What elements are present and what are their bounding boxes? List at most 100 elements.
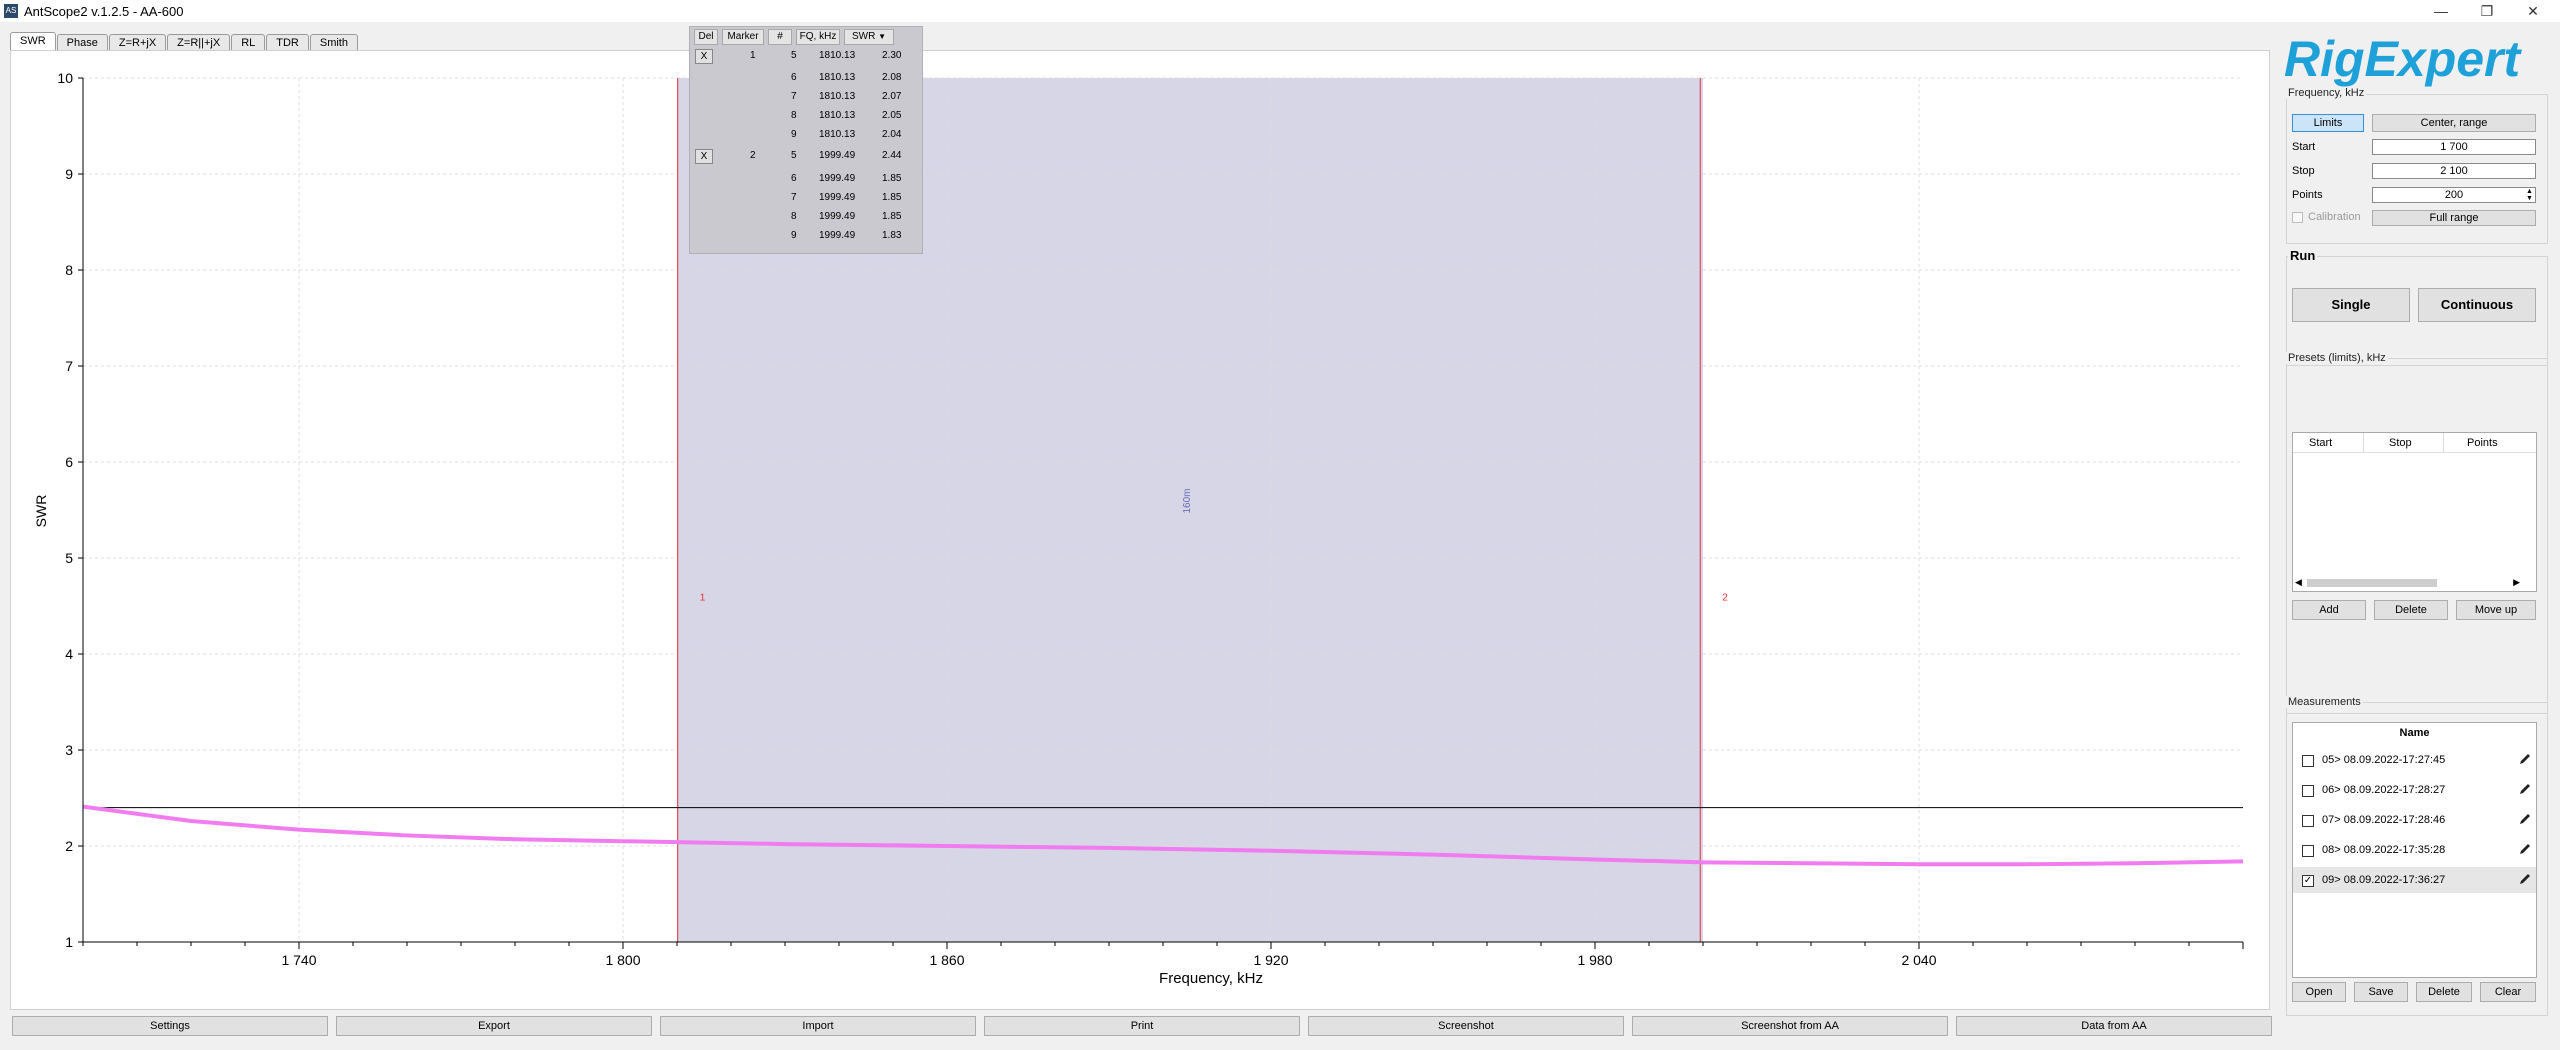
y-tick-label: 2: [65, 838, 73, 854]
measurement-row[interactable]: 07> 08.09.2022-17:28:46: [2293, 807, 2536, 833]
maximize-button[interactable]: ❐: [2464, 0, 2510, 22]
limits-button[interactable]: Limits: [2292, 114, 2364, 132]
presets-col-stop[interactable]: Stop: [2389, 437, 2412, 449]
edit-pencil-icon[interactable]: [2518, 782, 2532, 796]
swr-chart[interactable]: 160m 1 2 1 2 3 4 5 6 7 8 9 10 1 740 1 800 1 860 1 920…: [11, 51, 2271, 1011]
measurement-row[interactable]: 05> 08.09.2022-17:27:45: [2293, 747, 2536, 773]
col-fq-header[interactable]: FQ, kHz: [796, 28, 840, 45]
x-tick-label: 1 980: [1577, 952, 1612, 968]
center-range-button[interactable]: Center, range: [2372, 114, 2536, 132]
measurement-name: 09> 08.09.2022-17:36:27: [2322, 874, 2446, 886]
edit-pencil-icon[interactable]: [2518, 752, 2532, 766]
measurement-row[interactable]: 06> 08.09.2022-17:28:27: [2293, 777, 2536, 803]
measurements-list: Name 05> 08.09.2022-17:27:45 06> 08.09.20…: [2292, 722, 2537, 978]
measurements-header: Name: [2399, 727, 2430, 739]
marker-cell-fq: 1999.49: [819, 230, 856, 241]
measurement-checkbox[interactable]: [2302, 845, 2314, 857]
settings-button[interactable]: Settings: [12, 1016, 328, 1036]
measurements-delete-button[interactable]: Delete: [2416, 982, 2472, 1002]
close-button[interactable]: ✕: [2510, 0, 2556, 22]
measurement-checkbox[interactable]: ✓: [2302, 875, 2314, 887]
presets-col-points[interactable]: Points: [2467, 437, 2498, 449]
measurement-checkbox[interactable]: [2302, 785, 2314, 797]
tab-z-series[interactable]: Z=R+jX: [108, 34, 167, 51]
stop-label: Stop: [2292, 165, 2315, 177]
presets-col-start[interactable]: Start: [2309, 437, 2332, 449]
marker-cell-swr: 1.85: [882, 173, 902, 184]
col-num-header[interactable]: #: [768, 28, 792, 45]
tab-swr[interactable]: SWR: [10, 32, 56, 51]
tab-tdr[interactable]: TDR: [266, 34, 309, 51]
marker-cell-num: 8: [791, 110, 797, 121]
scroll-thumb[interactable]: [2307, 579, 2437, 587]
preset-move-up-button[interactable]: Move up: [2456, 600, 2536, 620]
marker-table-row: 7 1810.13 2.07: [690, 90, 922, 106]
dropdown-arrow-icon[interactable]: ▼: [878, 32, 886, 41]
marker-cell-fq: 1999.49: [819, 211, 856, 222]
calibration-checkbox[interactable]: [2292, 212, 2303, 223]
scroll-right-icon[interactable]: ▶: [2513, 577, 2520, 588]
chart-tabs: SWR Phase Z=R+jX Z=R||+jX RL TDR Smith: [10, 32, 359, 51]
col-divider: [2363, 433, 2364, 453]
delete-marker-button[interactable]: X: [695, 149, 713, 164]
edit-pencil-icon[interactable]: [2518, 872, 2532, 886]
tab-smith[interactable]: Smith: [309, 34, 358, 51]
full-range-button[interactable]: Full range: [2372, 210, 2536, 226]
print-button[interactable]: Print: [984, 1016, 1300, 1036]
delete-marker-button[interactable]: X: [695, 49, 713, 64]
tab-z-parallel[interactable]: Z=R||+jX: [167, 34, 231, 51]
points-spin-arrows-icon[interactable]: ▲ ▼: [2524, 188, 2535, 202]
marker-cell-num: 9: [791, 230, 797, 241]
measurements-clear-button[interactable]: Clear: [2480, 982, 2536, 1002]
col-del-header[interactable]: Del: [694, 28, 718, 45]
points-spinbox[interactable]: 200: [2372, 187, 2536, 203]
stop-input[interactable]: 2 100: [2372, 163, 2536, 179]
data-from-aa-button[interactable]: Data from AA: [1956, 1016, 2272, 1036]
marker-cell-num: 9: [791, 129, 797, 140]
edit-pencil-icon[interactable]: [2518, 812, 2532, 826]
screenshot-button[interactable]: Screenshot: [1308, 1016, 1624, 1036]
x-tick-label: 1 740: [281, 952, 316, 968]
marker-cell-fq: 1810.13: [819, 129, 856, 140]
swr-chart-area[interactable]: 160m 1 2 1 2 3 4 5 6 7 8 9 10 1 740 1 800 1 860 1 920…: [10, 50, 2270, 1010]
presets-hscroll[interactable]: ◀ ▶: [2295, 577, 2520, 589]
measurement-row[interactable]: ✓ 09> 08.09.2022-17:36:27: [2293, 867, 2536, 893]
import-button[interactable]: Import: [660, 1016, 976, 1036]
measurement-name: 07> 08.09.2022-17:28:46: [2322, 814, 2446, 826]
tab-rl[interactable]: RL: [231, 34, 266, 51]
marker-cell-fq: 1999.49: [819, 173, 856, 184]
marker-table-row: 8 1810.13 2.05: [690, 109, 922, 125]
tab-phase[interactable]: Phase: [56, 34, 108, 51]
marker-cell-swr: 2.44: [882, 150, 902, 161]
marker-cell-num: 7: [791, 91, 797, 102]
measurement-checkbox[interactable]: [2302, 815, 2314, 827]
presets-vscroll[interactable]: [2525, 435, 2535, 575]
measurement-checkbox[interactable]: [2302, 755, 2314, 767]
marker-table-row: X 2 5 1999.49 2.44: [690, 149, 922, 165]
edit-pencil-icon[interactable]: [2518, 842, 2532, 856]
marker-label: 2: [1722, 592, 1728, 603]
single-button[interactable]: Single: [2292, 288, 2410, 322]
continuous-button[interactable]: Continuous: [2418, 288, 2536, 322]
y-tick-label: 7: [65, 358, 73, 374]
presets-table[interactable]: Start Stop Points ◀ ▶: [2292, 432, 2537, 592]
scroll-left-icon[interactable]: ◀: [2295, 577, 2302, 588]
preset-add-button[interactable]: Add: [2292, 600, 2366, 620]
export-button[interactable]: Export: [336, 1016, 652, 1036]
measurements-open-button[interactable]: Open: [2292, 982, 2346, 1002]
start-input[interactable]: 1 700: [2372, 139, 2536, 155]
minimize-button[interactable]: —: [2418, 0, 2464, 22]
preset-delete-button[interactable]: Delete: [2374, 600, 2448, 620]
screenshot-from-aa-button[interactable]: Screenshot from AA: [1632, 1016, 1948, 1036]
col-swr-label: SWR: [851, 30, 876, 42]
marker-cell-num: 6: [791, 72, 797, 83]
measurements-save-button[interactable]: Save: [2354, 982, 2408, 1002]
calibration-label: Calibration: [2308, 211, 2361, 223]
window-title: AntScope2 v.1.2.5 - AA-600: [24, 3, 184, 19]
measurement-row[interactable]: 08> 08.09.2022-17:35:28: [2293, 837, 2536, 863]
measurement-name: 06> 08.09.2022-17:28:27: [2322, 784, 2446, 796]
col-marker-header[interactable]: Marker: [722, 28, 764, 45]
presets-title: Presets (limits), kHz: [2286, 352, 2388, 364]
marker-table-row: 8 1999.49 1.85: [690, 210, 922, 226]
col-swr-header[interactable]: SWR ▼: [844, 28, 894, 45]
